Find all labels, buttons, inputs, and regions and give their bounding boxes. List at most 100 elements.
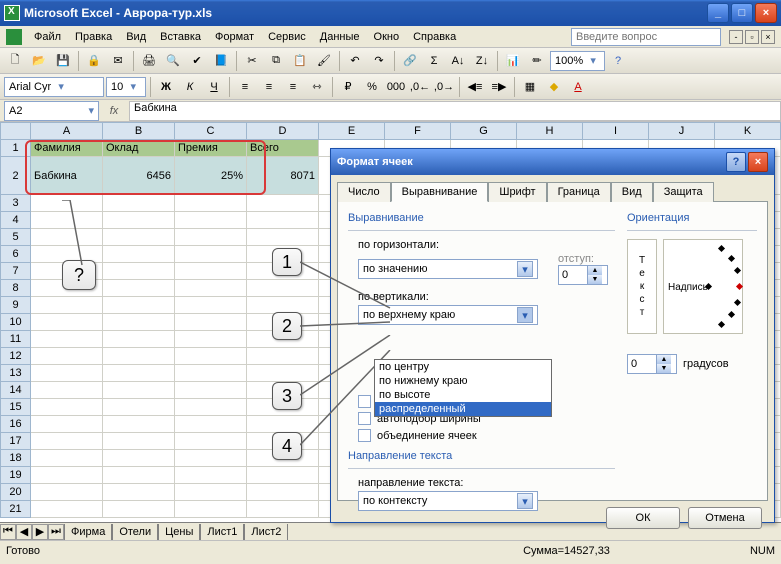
help-button[interactable]: ? (607, 50, 629, 72)
mdi-close-button[interactable]: × (761, 30, 775, 44)
align-right-button[interactable]: ≡ (282, 76, 304, 98)
name-box[interactable]: A2▾ (4, 101, 99, 121)
cell-B8[interactable] (103, 280, 175, 297)
font-name-combo[interactable]: Arial Cyr▾ (4, 77, 104, 97)
option-distributed[interactable]: распределенный (375, 402, 551, 416)
percent-button[interactable]: % (361, 76, 383, 98)
cell-C14[interactable] (175, 382, 247, 399)
cell-C13[interactable] (175, 365, 247, 382)
text-direction-combo[interactable]: по контексту▾ (358, 491, 538, 511)
cell-A15[interactable] (31, 399, 103, 416)
cell-D9[interactable] (247, 297, 319, 314)
cell-C18[interactable] (175, 450, 247, 467)
cell-C4[interactable] (175, 212, 247, 229)
cell-A2[interactable]: Бабкина (31, 157, 103, 195)
cell-C6[interactable] (175, 246, 247, 263)
sheet-tab[interactable]: Лист1 (200, 524, 244, 540)
cell-B12[interactable] (103, 348, 175, 365)
copy-button[interactable]: ⧉ (265, 50, 287, 72)
shrink-fit-checkbox[interactable] (358, 412, 371, 425)
cell-D20[interactable] (247, 484, 319, 501)
cell-B3[interactable] (103, 195, 175, 212)
indent-input[interactable] (559, 269, 587, 281)
menu-tools[interactable]: Сервис (262, 29, 312, 45)
orientation-vertical-box[interactable]: Текст (627, 239, 657, 334)
sheet-tab[interactable]: Фирма (64, 524, 112, 540)
cell-A13[interactable] (31, 365, 103, 382)
maximize-button[interactable]: □ (731, 3, 753, 23)
open-button[interactable]: 📂 (28, 50, 50, 72)
autosum-button[interactable]: Σ (423, 50, 445, 72)
font-color-button[interactable]: A (567, 76, 589, 98)
dialog-help-button[interactable]: ? (726, 152, 746, 172)
menu-format[interactable]: Формат (209, 29, 260, 45)
comma-button[interactable]: 000 (385, 76, 407, 98)
align-center-button[interactable]: ≡ (258, 76, 280, 98)
cell-C8[interactable] (175, 280, 247, 297)
cell-D8[interactable] (247, 280, 319, 297)
sort-desc-button[interactable]: Z↓ (471, 50, 493, 72)
spinner-down-icon[interactable]: ▼ (587, 275, 602, 284)
menu-file[interactable]: Файл (28, 29, 67, 45)
workbook-icon[interactable] (6, 29, 22, 45)
cell-B11[interactable] (103, 331, 175, 348)
cell-C11[interactable] (175, 331, 247, 348)
underline-button[interactable]: Ч (203, 76, 225, 98)
cell-B16[interactable] (103, 416, 175, 433)
cell-C5[interactable] (175, 229, 247, 246)
redo-button[interactable]: ↷ (368, 50, 390, 72)
horizontal-combo[interactable]: по значению▾ (358, 259, 538, 279)
cell-D16[interactable] (247, 416, 319, 433)
drawing-button[interactable]: ✏ (526, 50, 548, 72)
cell-D21[interactable] (247, 501, 319, 518)
mdi-minimize-button[interactable]: - (729, 30, 743, 44)
permission-button[interactable]: 🔒 (83, 50, 105, 72)
sheet-tab[interactable]: Лист2 (244, 524, 288, 540)
cell-C21[interactable] (175, 501, 247, 518)
save-button[interactable]: 💾 (52, 50, 74, 72)
spinner-up-icon[interactable]: ▲ (656, 355, 671, 364)
cell-D3[interactable] (247, 195, 319, 212)
cell-B18[interactable] (103, 450, 175, 467)
currency-button[interactable]: ₽ (337, 76, 359, 98)
bold-button[interactable]: Ж (155, 76, 177, 98)
cell-D2[interactable]: 8071 (247, 157, 319, 195)
cell-A4[interactable] (31, 212, 103, 229)
cell-B4[interactable] (103, 212, 175, 229)
minimize-button[interactable]: _ (707, 3, 729, 23)
cell-A21[interactable] (31, 501, 103, 518)
cell-C20[interactable] (175, 484, 247, 501)
chevron-down-icon[interactable]: ▾ (127, 80, 139, 93)
option-center[interactable]: по центру (375, 360, 551, 374)
cell-C10[interactable] (175, 314, 247, 331)
sheet-nav-next[interactable]: ▶ (32, 524, 48, 540)
cell-C16[interactable] (175, 416, 247, 433)
cell-D12[interactable] (247, 348, 319, 365)
degrees-input[interactable] (628, 358, 656, 370)
cell-B15[interactable] (103, 399, 175, 416)
cell-A16[interactable] (31, 416, 103, 433)
cell-A17[interactable] (31, 433, 103, 450)
ask-question-input[interactable] (571, 28, 721, 46)
cell-C19[interactable] (175, 467, 247, 484)
cell-C9[interactable] (175, 297, 247, 314)
align-left-button[interactable]: ≡ (234, 76, 256, 98)
spinner-down-icon[interactable]: ▼ (656, 364, 671, 373)
cell-B1[interactable]: Оклад (103, 140, 175, 157)
degrees-spinner[interactable]: ▲▼ (627, 354, 677, 374)
cell-B5[interactable] (103, 229, 175, 246)
chevron-down-icon[interactable]: ▾ (517, 493, 533, 509)
tab-number[interactable]: Число (337, 182, 391, 202)
new-button[interactable]: 🗋 (4, 50, 26, 72)
ok-button[interactable]: ОК (606, 507, 680, 529)
fill-color-button[interactable]: ◆ (543, 76, 565, 98)
sheet-tab[interactable]: Отели (112, 524, 158, 540)
option-justify[interactable]: по высоте (375, 388, 551, 402)
vertical-dropdown-list[interactable]: по центру по нижнему краю по высоте расп… (374, 359, 552, 417)
sheet-nav-first[interactable]: ⏮ (0, 524, 16, 540)
spelling-button[interactable]: ✔ (186, 50, 208, 72)
decrease-indent-button[interactable]: ◀≡ (464, 76, 486, 98)
cell-D4[interactable] (247, 212, 319, 229)
cell-A3[interactable] (31, 195, 103, 212)
increase-decimal-button[interactable]: ,0← (409, 76, 431, 98)
